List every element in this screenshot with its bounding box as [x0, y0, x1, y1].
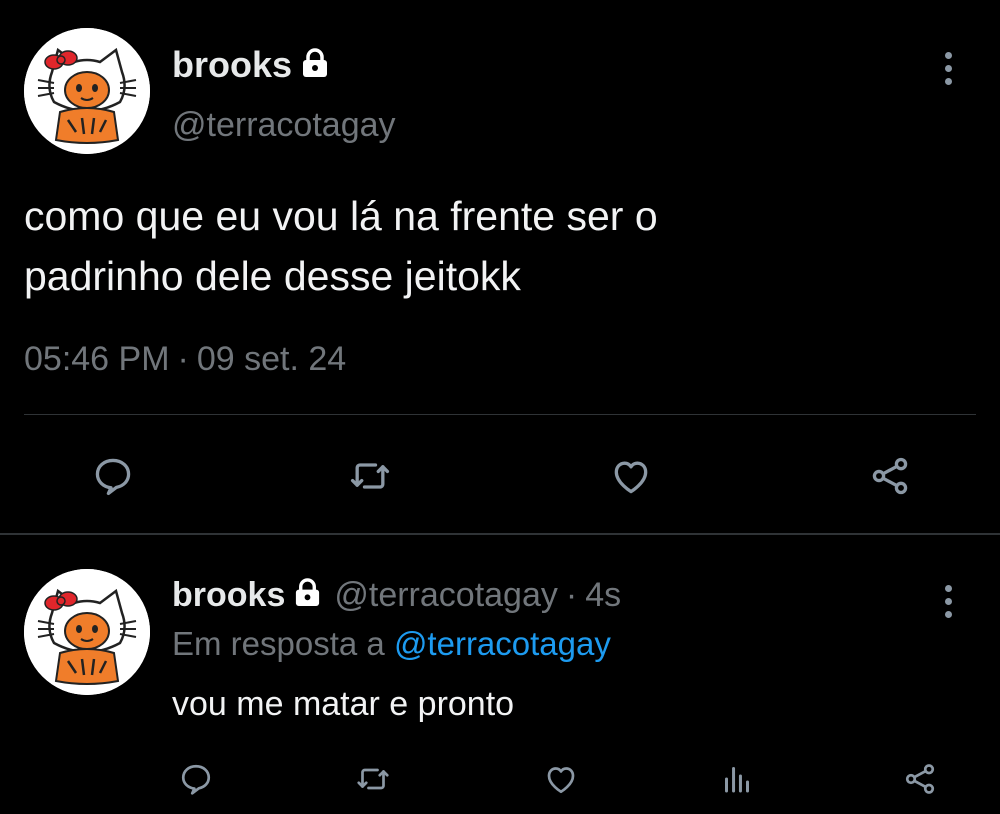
handle[interactable]: @terracotagay — [172, 106, 396, 145]
meta-separator: · — [565, 575, 578, 614]
retweet-icon[interactable] — [342, 448, 398, 504]
more-vertical-icon[interactable] — [943, 585, 953, 618]
tweet-age: 4s — [585, 575, 622, 614]
divider — [24, 414, 976, 415]
avatar-hello-kitty-image — [24, 569, 150, 695]
like-icon[interactable] — [603, 448, 659, 504]
meta-separator: · — [177, 340, 189, 378]
share-icon[interactable] — [896, 755, 944, 803]
analytics-icon[interactable] — [713, 755, 761, 803]
reply-prefix: Em resposta a — [172, 625, 385, 662]
avatar[interactable] — [24, 28, 150, 154]
avatar[interactable] — [24, 569, 150, 695]
reply-icon[interactable] — [85, 448, 141, 504]
like-icon[interactable] — [537, 755, 585, 803]
tweet-text: como que eu vou lá na frente ser o padri… — [24, 186, 924, 306]
more-vertical-icon[interactable] — [943, 52, 953, 85]
reply-icon[interactable] — [172, 755, 220, 803]
lock-icon — [300, 47, 330, 84]
tweet-date[interactable]: 09 set. 24 — [197, 340, 346, 378]
reply-tweet[interactable]: brooks @terracotagay · 4s Em resposta a … — [0, 535, 1000, 814]
share-icon[interactable] — [862, 448, 918, 504]
author-name-row: brooks — [172, 42, 330, 88]
lock-icon — [293, 577, 322, 613]
reply-mention-link[interactable]: @terracotagay — [394, 625, 611, 662]
avatar-hello-kitty-image — [24, 28, 150, 154]
tweet-actions — [0, 755, 1000, 805]
tweet-thread: brooks @terracotagay como que eu vou lá … — [0, 0, 1000, 814]
tweet-text: vou me matar e pronto — [172, 685, 515, 723]
author-name-row: brooks @terracotagay · 4s — [172, 573, 621, 617]
tweet-actions — [0, 448, 1000, 504]
tweet-text-line: padrinho dele desse jeitokk — [24, 253, 521, 299]
tweet-text-line: como que eu vou lá na frente ser o — [24, 193, 658, 239]
display-name[interactable]: brooks — [172, 44, 292, 86]
handle[interactable]: @terracotagay — [334, 576, 558, 615]
reply-context: Em resposta a @terracotagay — [172, 625, 611, 663]
tweet-time[interactable]: 05:46 PM — [24, 340, 170, 378]
main-tweet: brooks @terracotagay como que eu vou lá … — [0, 0, 1000, 534]
retweet-icon[interactable] — [349, 755, 397, 803]
display-name[interactable]: brooks — [172, 576, 285, 615]
tweet-timestamp: 05:46 PM · 09 set. 24 — [24, 340, 346, 379]
